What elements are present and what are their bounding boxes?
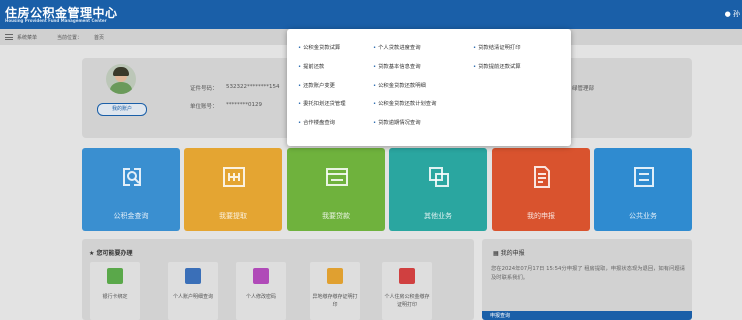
declaration-query-bar[interactable]: 申报查询 (482, 311, 692, 320)
notice-text: 您在2024年07月17日 15:54分申报了 租房提取，申报状态现为退回，如有… (491, 266, 685, 281)
breadcrumb-home[interactable]: 首页 (94, 34, 104, 41)
menu-item[interactable]: 个人贷款进度查询 (373, 43, 420, 51)
quick-item-label: 个人修改密码 (245, 294, 276, 300)
tile-label: 公积金查询 (113, 212, 149, 220)
user-icon: ● (724, 10, 731, 18)
tile-other-business[interactable]: 其他业务 (389, 148, 487, 231)
quick-item-bank-card[interactable]: 银行卡绑定 (90, 262, 140, 320)
tile-loan[interactable]: 我要贷款 (287, 148, 385, 231)
menu-item[interactable]: 公积金贷款还款明细 (373, 81, 426, 89)
menu-item[interactable]: 合作楼盘查询 (298, 118, 335, 126)
document-icon (399, 268, 415, 284)
top-header: 住房公积金管理中心 Housing Provident Fund Managem… (0, 0, 742, 29)
avatar (106, 64, 136, 94)
menu-item[interactable]: 贷款基本信息查询 (373, 62, 420, 70)
quick-item-label: 银行卡绑定 (102, 294, 128, 300)
tile-label: 我要提取 (219, 212, 247, 220)
loan-dropdown-menu: 公积金贷款试算 提前还款 还款账户变更 委托扣划还贷管理 合作楼盘查询 个人贷款… (287, 29, 571, 146)
unit-account-label: 单位账号： (190, 104, 218, 110)
menu-item[interactable]: 委托扣划还贷管理 (298, 99, 345, 107)
quick-actions-title: ★ 您可能要办理 (89, 250, 133, 257)
quick-item-account-detail[interactable]: 个人账户明细查询 (168, 262, 218, 320)
user-menu[interactable]: ● 孙 (725, 9, 740, 19)
menu-item[interactable]: 贷款逾期情况查询 (373, 118, 420, 126)
menu-icon[interactable] (5, 34, 13, 40)
quick-item-label: 个人账户明细查询 (172, 294, 213, 300)
search-doc-icon (123, 168, 141, 186)
my-account-button[interactable]: 我的账户 (97, 103, 147, 116)
unit-account-value: ********0129 (226, 102, 262, 108)
tile-label: 我要贷款 (322, 212, 350, 220)
quick-item-label: 个人住房公积金缴存证明打印 (384, 294, 430, 308)
bank-card-icon (107, 268, 123, 284)
unit-name: 绿管理部 (572, 86, 595, 92)
tile-public-business[interactable]: 公共业务 (594, 148, 692, 231)
cert-value: 532322********154 (226, 84, 280, 90)
menu-item[interactable]: 公积金贷款试算 (298, 43, 340, 51)
loan-icon (326, 168, 348, 186)
logo-subtitle: Housing Provident Fund Management Center (5, 18, 107, 23)
withdraw-icon (223, 167, 245, 187)
tile-label: 公共业务 (629, 212, 657, 220)
menu-item[interactable]: 公积金贷款还款计划查询 (373, 99, 436, 107)
detail-icon (185, 268, 201, 284)
tile-label: 我的申报 (527, 212, 555, 220)
menu-item[interactable]: 提前还款 (298, 62, 324, 70)
star-icon: ★ (89, 250, 95, 257)
tile-label: 其他业务 (424, 212, 452, 220)
calendar-icon: ▦ (493, 250, 499, 257)
list-icon (634, 167, 654, 187)
copy-icon (429, 167, 449, 187)
print-icon (327, 268, 343, 284)
quick-item-remote-proof[interactable]: 异地缴存缴存证明打印 (310, 262, 360, 320)
quick-item-deposit-proof[interactable]: 个人住房公积金缴存证明打印 (382, 262, 432, 320)
document-icon (534, 166, 550, 188)
tile-fund-query[interactable]: 公积金查询 (82, 148, 180, 231)
tile-my-declaration[interactable]: 我的申报 (492, 148, 590, 231)
declaration-query-label: 申报查询 (490, 313, 511, 319)
quick-item-label: 异地缴存缴存证明打印 (312, 294, 358, 308)
cert-label: 证件号码： (190, 86, 218, 92)
system-menu-link[interactable]: 系统菜单 (17, 34, 37, 41)
quick-item-change-password[interactable]: 个人修改密码 (236, 262, 286, 320)
breadcrumb-location: 当前位置： (57, 35, 83, 41)
notice-title: ▦ 我的申报 (493, 250, 525, 257)
menu-item[interactable]: 还款账户变更 (298, 81, 335, 89)
wrench-icon (253, 268, 269, 284)
menu-item[interactable]: 贷款提前还款试算 (473, 62, 520, 70)
tile-withdraw[interactable]: 我要提取 (184, 148, 282, 231)
user-name: 孙 (733, 10, 740, 18)
menu-item[interactable]: 贷款结清证明打印 (473, 43, 520, 51)
